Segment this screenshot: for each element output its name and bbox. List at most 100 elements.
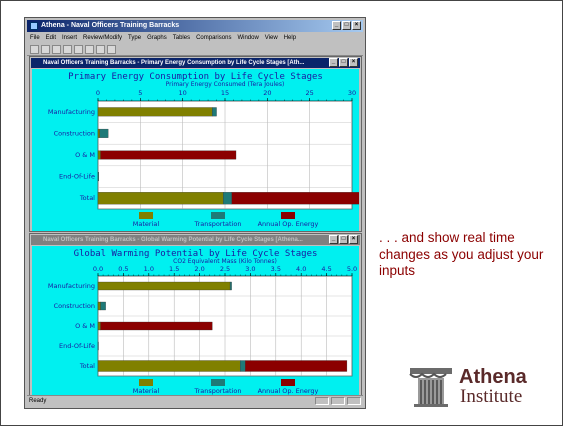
- category-label: End-Of-Life: [59, 342, 95, 350]
- menu-window[interactable]: Window: [237, 33, 258, 43]
- category-label: O & M: [75, 322, 95, 330]
- energy-chart-window: Naval Officers Training Barracks - Prima…: [29, 56, 366, 232]
- legend-swatch: [281, 212, 295, 219]
- bar-segment: [97, 107, 213, 117]
- child-maximize-button[interactable]: □: [339, 58, 348, 67]
- category-label: O & M: [75, 151, 95, 159]
- x-tick-label: 0: [96, 89, 100, 97]
- legend-swatch: [211, 212, 225, 219]
- legend-label: Transportation: [194, 220, 242, 228]
- menu-edit[interactable]: Edit: [46, 33, 56, 43]
- menu-type[interactable]: Type: [128, 33, 141, 43]
- x-tick-label: 4.0: [296, 265, 306, 273]
- app-window: Athena - Naval Officers Training Barrack…: [24, 17, 366, 409]
- bar-segment: [97, 128, 100, 138]
- x-tick-label: 0.5: [118, 265, 128, 273]
- menu-bar: File Edit Insert Review/Modify Type Grap…: [27, 33, 363, 43]
- paste-icon[interactable]: [85, 45, 94, 54]
- bar-segment: [97, 341, 99, 351]
- bar-segment: [212, 107, 217, 117]
- bar-segment: [97, 281, 231, 291]
- x-tick-label: 1.0: [144, 265, 154, 273]
- open-folder-icon[interactable]: [41, 45, 50, 54]
- energy-chart: Primary Energy Consumption by Life Cycle…: [48, 72, 366, 228]
- legend-swatch: [139, 379, 153, 386]
- new-file-icon[interactable]: [30, 45, 39, 54]
- x-tick-label: 3.0: [245, 265, 255, 273]
- maximize-button[interactable]: □: [342, 21, 351, 30]
- energy-window-title: Naval Officers Training Barracks - Prima…: [31, 58, 360, 68]
- legend-swatch: [281, 379, 295, 386]
- status-panel: [315, 397, 329, 405]
- child-minimize-button[interactable]: _: [329, 58, 338, 67]
- column-logo-icon: [409, 368, 452, 407]
- save-icon[interactable]: [52, 45, 61, 54]
- status-panel: [331, 397, 345, 405]
- print-icon[interactable]: [96, 45, 105, 54]
- x-tick-label: 3.5: [271, 265, 281, 273]
- bar-segment: [97, 321, 101, 331]
- energy-chart-area: Primary Energy Consumption by Life Cycle…: [32, 69, 366, 231]
- bar-segment: [99, 128, 109, 138]
- x-axis-label: CO2 Equivalent Mass (Kilo Tonnes): [173, 258, 277, 265]
- category-label: End-Of-Life: [59, 173, 95, 181]
- athena-logo: Athena Institute: [408, 362, 548, 410]
- x-tick-label: 4.5: [321, 265, 331, 273]
- menu-insert[interactable]: Insert: [62, 33, 77, 43]
- bar-segment: [229, 281, 232, 291]
- bar-segment: [100, 301, 106, 311]
- menu-tables[interactable]: Tables: [173, 33, 190, 43]
- menu-view[interactable]: View: [265, 33, 278, 43]
- gwp-window-title: Naval Officers Training Barracks - Globa…: [31, 235, 360, 245]
- logo-subtitle: Institute: [460, 386, 523, 407]
- child2-maximize-button[interactable]: □: [339, 235, 348, 244]
- bar-segment: [97, 150, 101, 160]
- bar-segment: [97, 301, 101, 311]
- caption-text: . . . and show real time changes as you …: [379, 230, 544, 278]
- x-tick-label: 20: [263, 89, 271, 97]
- x-tick-label: 25: [306, 89, 314, 97]
- status-bar: Ready: [27, 395, 363, 406]
- gwp-chart-area: Global Warming Potential by Life Cycle S…: [32, 246, 359, 395]
- x-tick-label: 5: [138, 89, 142, 97]
- x-tick-label: 0.0: [93, 265, 103, 273]
- app-icon: [30, 22, 38, 30]
- status-panel: [347, 397, 361, 405]
- menu-review-modify[interactable]: Review/Modify: [83, 33, 122, 43]
- menu-graphs[interactable]: Graphs: [147, 33, 167, 43]
- app-titlebar: Athena - Naval Officers Training Barrack…: [27, 20, 363, 32]
- x-tick-label: 2.5: [220, 265, 230, 273]
- legend-label: Material: [133, 220, 160, 228]
- category-label: Manufacturing: [48, 108, 95, 116]
- gwp-chart-window: Naval Officers Training Barracks - Globa…: [29, 233, 362, 396]
- legend-label: Annual Op. Energy: [258, 387, 319, 395]
- bar-segment: [231, 192, 366, 205]
- child2-minimize-button[interactable]: _: [329, 235, 338, 244]
- close-button[interactable]: ×: [352, 21, 361, 30]
- category-label: Manufacturing: [48, 282, 95, 290]
- status-text: Ready: [29, 398, 47, 404]
- category-label: Construction: [54, 302, 95, 310]
- toolbar: [27, 44, 363, 56]
- menu-help[interactable]: Help: [284, 33, 296, 43]
- bar-segment: [240, 360, 246, 372]
- x-tick-label: 30: [348, 89, 356, 97]
- cut-icon[interactable]: [63, 45, 72, 54]
- help-icon[interactable]: [107, 45, 116, 54]
- category-label: Total: [79, 362, 95, 370]
- child2-close-button[interactable]: ×: [349, 235, 358, 244]
- bar-segment: [100, 321, 213, 331]
- legend-swatch: [139, 212, 153, 219]
- menu-comparisons[interactable]: Comparisons: [196, 33, 231, 43]
- legend-label: Material: [133, 387, 160, 395]
- x-tick-label: 15: [221, 89, 229, 97]
- bar-segment: [97, 360, 241, 372]
- app-title: Athena - Naval Officers Training Barrack…: [41, 22, 180, 29]
- copy-icon[interactable]: [74, 45, 83, 54]
- child-close-button[interactable]: ×: [349, 58, 358, 67]
- x-tick-label: 5.0: [347, 265, 357, 273]
- gwp-chart: Global Warming Potential by Life Cycle S…: [48, 249, 357, 395]
- minimize-button[interactable]: _: [332, 21, 341, 30]
- legend-swatch: [211, 379, 225, 386]
- menu-file[interactable]: File: [30, 33, 40, 43]
